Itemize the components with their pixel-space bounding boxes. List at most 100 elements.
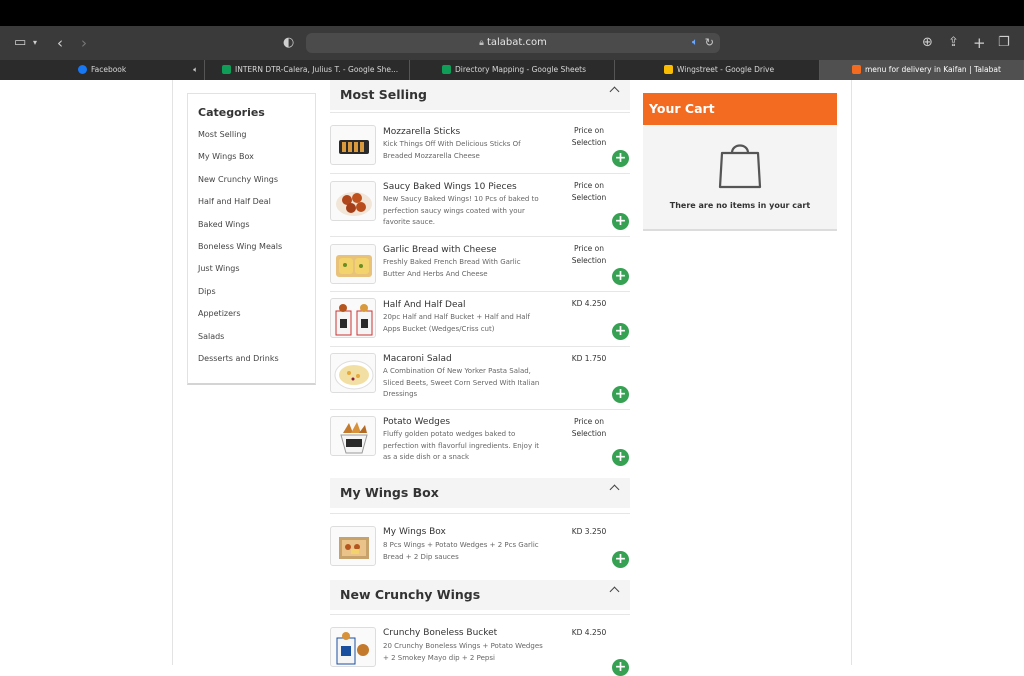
- section-header-new-crunchy-wings[interactable]: New Crunchy Wings: [330, 580, 630, 610]
- address-url: talabat.com: [486, 37, 547, 48]
- talabat-favicon-icon: [852, 64, 861, 74]
- add-item-button[interactable]: +: [612, 449, 629, 466]
- tab-talabat-menu[interactable]: menu for delivery in Kaifan | Talabat: [820, 60, 1024, 80]
- item-image-my-wings-box[interactable]: [330, 526, 376, 566]
- item-description: 8 Pcs Wings + Potato Wedges + 2 Pcs Garl…: [383, 541, 539, 561]
- item-description: Fluffy golden potato wedges baked to per…: [383, 430, 540, 461]
- item-description: 20 Crunchy Boneless Wings + Potato Wedge…: [383, 642, 543, 662]
- item-name[interactable]: Potato Wedges: [383, 417, 450, 427]
- cart-panel: Your Cart There are no items in your car…: [643, 93, 837, 231]
- item-image-potato-wedges[interactable]: [330, 416, 376, 456]
- cart-header: Your Cart: [643, 93, 837, 125]
- item-price: KD 1.750: [571, 354, 607, 363]
- chevron-up-icon[interactable]: [609, 586, 620, 597]
- item-description: Kick Things Off With Delicious Sticks Of…: [383, 140, 521, 160]
- speaker-icon[interactable]: 🔈︎: [193, 60, 198, 80]
- item-image-garlic-bread[interactable]: [330, 244, 376, 284]
- item-description: 20pc Half and Half Bucket + Half and Hal…: [383, 313, 530, 333]
- item-description: New Saucy Baked Wings! 10 Pcs of baked t…: [383, 195, 539, 226]
- categories-panel: Categories Most Selling My Wings Box New…: [187, 93, 316, 385]
- chevron-up-icon[interactable]: [609, 484, 620, 495]
- tab-label: menu for delivery in Kaifan | Talabat: [865, 65, 1001, 74]
- add-item-button[interactable]: +: [612, 386, 629, 403]
- add-item-button[interactable]: +: [612, 268, 629, 285]
- item-price: KD 4.250: [571, 299, 607, 308]
- section-header-most-selling[interactable]: Most Selling: [330, 80, 630, 110]
- item-name[interactable]: Mozzarella Sticks: [383, 127, 460, 137]
- tab-wingstreet-drive[interactable]: Wingstreet - Google Drive: [615, 60, 820, 80]
- speaker-icon[interactable]: 🔈︎: [692, 33, 698, 53]
- item-name[interactable]: Crunchy Boneless Bucket: [383, 628, 497, 638]
- tab-bar: Facebook 🔈︎ INTERN DTR-Calera, Julius T.…: [0, 60, 1024, 80]
- category-desserts-and-drinks[interactable]: Desserts and Drinks: [198, 354, 279, 363]
- item-image-mozzarella-sticks[interactable]: [330, 125, 376, 165]
- category-boneless-wing-meals[interactable]: Boneless Wing Meals: [198, 242, 282, 251]
- privacy-shield-icon[interactable]: ◐: [283, 26, 294, 60]
- item-name[interactable]: Half And Half Deal: [383, 300, 466, 310]
- google-drive-icon: [664, 64, 673, 74]
- tab-directory-mapping[interactable]: Directory Mapping - Google Sheets: [410, 60, 615, 80]
- divider: [330, 513, 630, 514]
- address-bar[interactable]: 🔒︎ talabat.com 🔈︎ ↻: [306, 33, 720, 53]
- tab-facebook[interactable]: Facebook 🔈︎: [0, 60, 205, 80]
- shopping-bag-icon: [715, 135, 765, 195]
- section-header-my-wings-box[interactable]: My Wings Box: [330, 478, 630, 508]
- page-border-left: [172, 80, 173, 665]
- tab-overview-icon[interactable]: ❐: [998, 26, 1010, 60]
- section-title: New Crunchy Wings: [340, 587, 481, 602]
- category-most-selling[interactable]: Most Selling: [198, 130, 246, 139]
- page-border-right: [851, 80, 852, 665]
- tab-intern-dtr[interactable]: INTERN DTR-Calera, Julius T. - Google Sh…: [205, 60, 410, 80]
- item-image-half-and-half-deal[interactable]: [330, 298, 376, 338]
- item-description: A Combination Of New Yorker Pasta Salad,…: [383, 367, 540, 398]
- back-icon[interactable]: ‹: [57, 26, 63, 60]
- forward-icon[interactable]: ›: [81, 26, 87, 60]
- tab-label: Directory Mapping - Google Sheets: [455, 65, 587, 74]
- add-item-button[interactable]: +: [612, 659, 629, 676]
- chevron-down-icon[interactable]: ▾: [33, 26, 37, 60]
- cart-title: Your Cart: [649, 101, 715, 116]
- item-price: KD 4.250: [571, 628, 607, 637]
- new-tab-icon[interactable]: +: [973, 26, 986, 60]
- category-half-and-half-deal[interactable]: Half and Half Deal: [198, 197, 271, 206]
- item-name[interactable]: Saucy Baked Wings 10 Pieces: [383, 182, 517, 192]
- divider: [330, 112, 630, 113]
- share-icon[interactable]: ⇪: [948, 26, 959, 60]
- section-title: Most Selling: [340, 87, 427, 102]
- category-appetizers[interactable]: Appetizers: [198, 309, 241, 318]
- sidebar-toggle-icon[interactable]: ▭: [14, 26, 26, 60]
- screen-top-bar: [0, 0, 1024, 26]
- tab-label: INTERN DTR-Calera, Julius T. - Google Sh…: [235, 65, 399, 74]
- divider: [330, 346, 630, 347]
- item-name[interactable]: Macaroni Salad: [383, 354, 452, 364]
- divider: [330, 291, 630, 292]
- item-price: Price on Selection: [571, 244, 607, 265]
- google-sheets-icon: [442, 64, 451, 74]
- category-dips[interactable]: Dips: [198, 287, 216, 296]
- tab-label: Wingstreet - Google Drive: [677, 65, 775, 74]
- item-price: KD 3.250: [571, 527, 607, 536]
- reload-icon[interactable]: ↻: [705, 33, 714, 53]
- facebook-favicon-icon: [78, 64, 87, 74]
- item-description: Freshly Baked French Bread With Garlic B…: [383, 258, 521, 278]
- section-title: My Wings Box: [340, 485, 439, 500]
- chevron-up-icon[interactable]: [609, 86, 620, 97]
- category-new-crunchy-wings[interactable]: New Crunchy Wings: [198, 175, 278, 184]
- category-just-wings[interactable]: Just Wings: [198, 264, 240, 273]
- category-salads[interactable]: Salads: [198, 332, 224, 341]
- divider: [330, 236, 630, 237]
- add-item-button[interactable]: +: [612, 150, 629, 167]
- item-image-macaroni-salad[interactable]: [330, 353, 376, 393]
- add-item-button[interactable]: +: [612, 213, 629, 230]
- item-name[interactable]: My Wings Box: [383, 527, 446, 537]
- divider: [330, 409, 630, 410]
- category-my-wings-box[interactable]: My Wings Box: [198, 152, 254, 161]
- cart-empty-message: There are no items in your cart: [669, 201, 811, 210]
- item-name[interactable]: Garlic Bread with Cheese: [383, 245, 497, 255]
- category-baked-wings[interactable]: Baked Wings: [198, 220, 250, 229]
- item-image-saucy-baked-wings[interactable]: [330, 181, 376, 221]
- add-item-button[interactable]: +: [612, 323, 629, 340]
- download-icon[interactable]: ⊕: [922, 26, 933, 60]
- add-item-button[interactable]: +: [612, 551, 629, 568]
- item-image-crunchy-boneless-bucket[interactable]: [330, 627, 376, 667]
